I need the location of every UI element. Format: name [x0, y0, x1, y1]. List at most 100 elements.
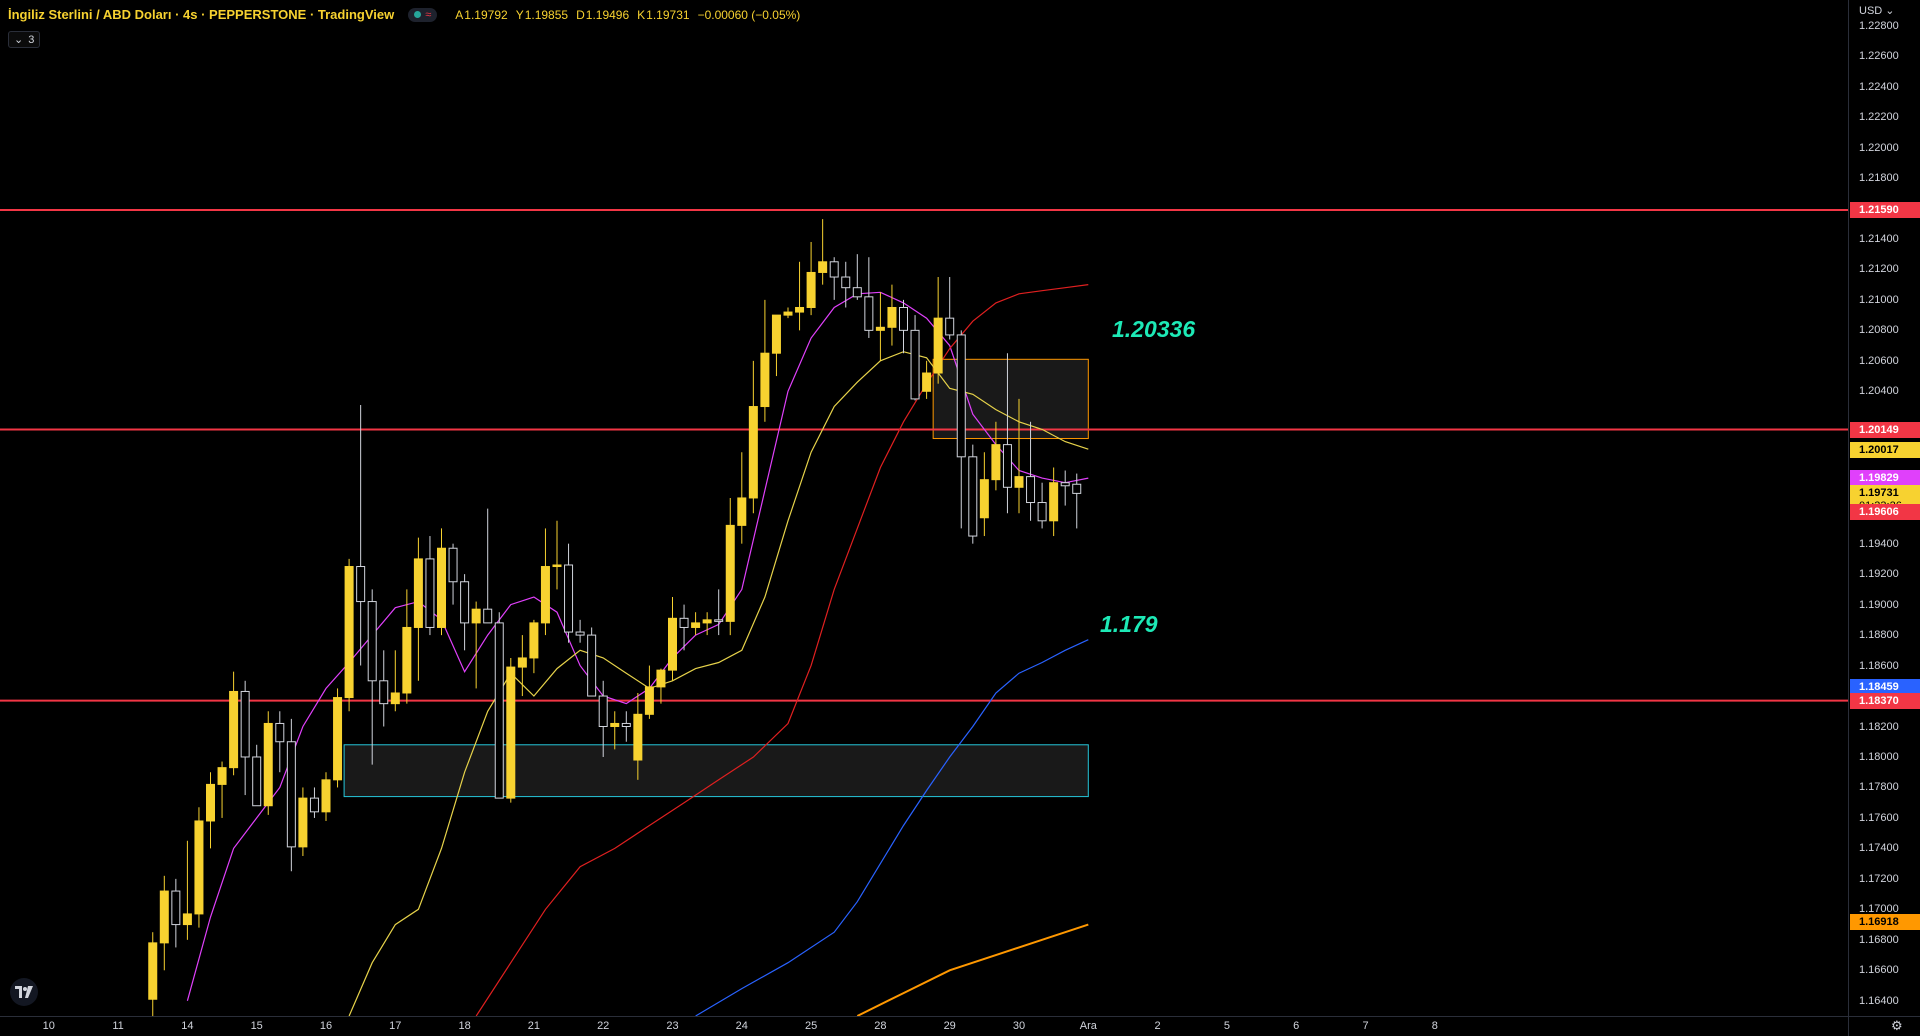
- candle-body: [771, 314, 781, 354]
- time-tick-label: 11: [112, 1020, 124, 1032]
- time-tick-label: 8: [1431, 1020, 1438, 1032]
- ohlc-close: K1.19731: [637, 7, 690, 22]
- chart-pane[interactable]: İngiliz Sterlini / ABD Doları · 4s · PEP…: [0, 0, 1848, 1016]
- candle-body: [668, 617, 677, 671]
- candle-body: [841, 276, 851, 289]
- price-axis[interactable]: USD ⌄ 1.22800 1.22600 1.22400 1.22200 1.2200…: [1848, 0, 1920, 1016]
- price-tick-label: 1.19400: [1859, 537, 1899, 550]
- candle-body: [506, 666, 516, 799]
- time-tick-label: 21: [527, 1020, 541, 1032]
- candle-body: [621, 722, 631, 728]
- support-zone: [343, 744, 1089, 798]
- candle-body: [252, 756, 262, 807]
- candle-body: [875, 326, 885, 331]
- candle-body: [760, 352, 770, 408]
- price-tick-label: 1.20600: [1859, 354, 1899, 367]
- candle-body: [206, 783, 215, 822]
- price-badge: 1.16918: [1850, 913, 1920, 930]
- price-tick-label: 1.19200: [1859, 568, 1899, 581]
- candle-body: [783, 311, 793, 316]
- candle-body: [679, 617, 689, 628]
- time-tick-label: Ara: [1079, 1020, 1097, 1032]
- candle-body: [437, 547, 446, 628]
- candle-body: [517, 657, 527, 668]
- moving-average-line: [348, 351, 1089, 1016]
- price-tick-label: 1.20400: [1859, 385, 1899, 398]
- tradingview-logo-icon[interactable]: [10, 978, 38, 1006]
- resistance-zone: [932, 358, 1089, 440]
- price-tick-label: 1.22600: [1859, 50, 1899, 63]
- candle-body: [182, 913, 192, 926]
- candle-body: [275, 722, 285, 743]
- price-tick-label: 1.17800: [1859, 781, 1899, 794]
- candle-body: [286, 741, 296, 848]
- candle-body: [159, 890, 169, 944]
- price-tick-label: 1.17400: [1859, 842, 1899, 855]
- time-tick-label: 16: [319, 1020, 333, 1032]
- price-tick-label: 1.16600: [1859, 964, 1899, 977]
- price-tick-label: 1.17600: [1859, 811, 1899, 824]
- time-tick-label: 29: [943, 1020, 956, 1032]
- ohlc-high: Y1.19855: [515, 7, 569, 22]
- candle-body: [852, 287, 862, 298]
- currency-selector[interactable]: USD ⌄: [1859, 4, 1895, 17]
- market-status[interactable]: ≈: [408, 7, 438, 22]
- symbol-title[interactable]: İngiliz Sterlini / ABD Doları · 4s · PEP…: [8, 7, 394, 22]
- candle-body: [194, 820, 204, 915]
- time-tick-label: 22: [597, 1020, 610, 1032]
- candle-body: [356, 566, 366, 603]
- candle-body: [367, 601, 377, 682]
- candle-body: [471, 608, 481, 624]
- price-tick-label: 1.19000: [1859, 598, 1899, 611]
- market-open-dot-icon: [414, 11, 422, 18]
- time-tick-label: 23: [666, 1020, 679, 1032]
- candle-body: [1037, 502, 1047, 522]
- candlestick-chart[interactable]: [0, 0, 1848, 1016]
- candle-body: [714, 619, 724, 622]
- candle-body: [945, 317, 955, 336]
- chevron-down-icon: ⌄: [14, 34, 24, 46]
- chart-settings-corner[interactable]: ⚙: [1848, 1016, 1920, 1036]
- price-tick-label: 1.16800: [1859, 933, 1899, 946]
- price-tick-label: 1.18600: [1859, 659, 1899, 672]
- chart-legend: İngiliz Sterlini / ABD Doları · 4s · PEP…: [8, 7, 800, 22]
- price-tick-label: 1.21800: [1859, 171, 1899, 184]
- time-tick-label: 24: [735, 1020, 748, 1032]
- price-badge: 1.21590: [1850, 201, 1920, 218]
- candle-body: [587, 634, 597, 697]
- time-axis[interactable]: 10 11 14 15 16 17 18 21 22 23 24 25 28 29 30 Ara 2 5 6 7 8: [0, 1016, 1848, 1036]
- price-tick-label: 1.21400: [1859, 232, 1899, 245]
- moving-average-line: [856, 923, 1089, 1016]
- price-tick-label: 1.21200: [1859, 263, 1899, 276]
- support-zone-label[interactable]: 1.179: [1100, 611, 1158, 638]
- candle-body: [656, 669, 666, 688]
- price-badge: 1.19829: [1850, 470, 1920, 487]
- candle-body: [806, 271, 816, 308]
- candle-body: [610, 722, 620, 728]
- gear-icon[interactable]: ⚙: [1891, 1018, 1903, 1034]
- candle-body: [217, 767, 227, 785]
- candle-body: [298, 797, 308, 848]
- indicators-toggle-button[interactable]: ⌄ 3: [8, 31, 41, 48]
- price-tick-label: 1.16400: [1859, 994, 1899, 1007]
- ohlc-open: A1.19792: [455, 7, 508, 22]
- price-badge: 1.20017: [1850, 441, 1920, 458]
- price-tick-label: 1.18200: [1859, 720, 1899, 733]
- candle-body: [1049, 482, 1059, 522]
- candle-body: [933, 317, 943, 374]
- candle-body: [148, 942, 158, 1000]
- candle-body: [1072, 483, 1082, 494]
- time-tick-label: 17: [389, 1020, 402, 1032]
- candle-body: [922, 372, 932, 392]
- candle-body: [968, 456, 978, 537]
- time-tick-label: 6: [1293, 1020, 1300, 1032]
- candle-body: [575, 631, 585, 636]
- candle-body: [333, 697, 343, 781]
- resistance-zone-label[interactable]: 1.20336: [1112, 316, 1195, 343]
- candle-body: [529, 622, 539, 659]
- candle-body: [344, 566, 354, 699]
- candle-body: [240, 690, 250, 758]
- candle-body: [991, 444, 1001, 481]
- candle-body: [737, 497, 747, 526]
- candle-body: [564, 564, 574, 633]
